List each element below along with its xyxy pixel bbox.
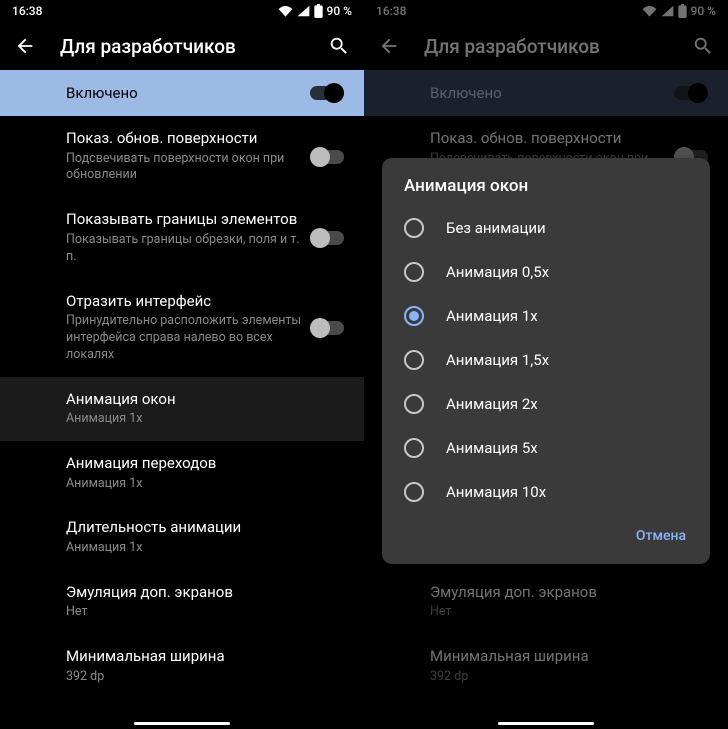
item-subtitle: Анимация 1x — [66, 540, 336, 557]
enabled-row[interactable]: Включено — [364, 70, 728, 116]
item-title: Показ. обнов. поверхности — [66, 129, 302, 149]
dialog-option[interactable]: Анимация 1,5x — [382, 338, 710, 382]
dialog-actions: Отмена — [382, 514, 710, 556]
item-title: Эмуляция доп. экранов — [430, 583, 700, 603]
list-item[interactable]: Анимация переходов Анимация 1x — [0, 441, 364, 505]
item-title: Отразить интерфейс — [66, 292, 302, 312]
radio-icon — [404, 306, 424, 326]
radio-icon — [404, 262, 424, 282]
battery-icon — [678, 4, 687, 18]
list-item[interactable]: Длительность анимации Анимация 1x — [0, 505, 364, 569]
item-subtitle: 392 dp — [430, 669, 700, 686]
list-item[interactable]: Отразить интерфейсПринудительно располож… — [0, 279, 364, 377]
list-item[interactable]: Минимальная ширина 392 dp — [364, 634, 728, 698]
item-subtitle: Подсвечивать поверхности окон при обновл… — [66, 151, 302, 185]
enabled-label: Включено — [430, 84, 674, 102]
list-item[interactable]: Минимальная ширина 392 dp — [0, 634, 364, 698]
item-title: Показывать границы элементов — [66, 210, 302, 230]
status-right: 90 % — [278, 4, 352, 18]
back-icon[interactable] — [378, 35, 400, 57]
search-icon[interactable] — [692, 35, 714, 57]
dialog-option-label: Анимация 5x — [446, 439, 538, 457]
radio-icon — [404, 438, 424, 458]
enabled-switch[interactable] — [310, 84, 344, 102]
dialog-option[interactable]: Анимация 10x — [382, 470, 710, 514]
status-time: 16:38 — [376, 4, 406, 18]
status-bar: 16:38 90 % — [364, 0, 728, 22]
radio-icon — [404, 394, 424, 414]
app-bar: Для разработчиков — [364, 22, 728, 70]
enabled-row[interactable]: Включено — [0, 70, 364, 116]
dialog-option-label: Анимация 10x — [446, 483, 546, 501]
enabled-label: Включено — [66, 84, 310, 102]
screen-dialog: 16:38 90 % Для разработчиков Включено По… — [364, 0, 728, 729]
status-right: 90 % — [642, 4, 716, 18]
signal-icon — [661, 5, 674, 17]
enabled-switch[interactable] — [674, 84, 708, 102]
wifi-icon — [278, 5, 293, 17]
dialog-option-label: Анимация 2x — [446, 395, 538, 413]
nav-bar[interactable] — [0, 722, 364, 725]
animation-dialog: Анимация окон Без анимации Анимация 0,5x А… — [382, 158, 710, 564]
list-item[interactable]: Эмуляция доп. экрановНет — [0, 570, 364, 634]
toggle-switch[interactable] — [310, 319, 344, 337]
item-subtitle: 392 dp — [66, 669, 336, 686]
radio-icon — [404, 350, 424, 370]
item-title: Показ. обнов. поверхности — [430, 129, 666, 149]
toggle-switch[interactable] — [310, 148, 344, 166]
dialog-option-label: Без анимации — [446, 219, 546, 237]
dialog-option[interactable]: Анимация 2x — [382, 382, 710, 426]
list-item[interactable]: Показывать границы элементовПоказывать г… — [0, 197, 364, 278]
list-item[interactable]: Анимация оконАнимация 1x — [0, 377, 364, 441]
status-time: 16:38 — [12, 4, 42, 18]
item-subtitle: Принудительно расположить элементы интер… — [66, 313, 302, 364]
signal-icon — [297, 5, 310, 17]
item-subtitle: Нет — [430, 604, 700, 621]
battery-icon — [314, 4, 323, 18]
dialog-option[interactable]: Без анимации — [382, 206, 710, 250]
back-icon[interactable] — [14, 35, 36, 57]
item-title: Анимация переходов — [66, 454, 336, 474]
dialog-option-label: Анимация 1,5x — [446, 351, 549, 369]
wifi-icon — [642, 5, 657, 17]
item-title: Минимальная ширина — [66, 647, 336, 667]
item-title: Минимальная ширина — [430, 647, 700, 667]
item-subtitle: Нет — [66, 604, 336, 621]
dialog-option-label: Анимация 1x — [446, 307, 538, 325]
item-subtitle: Анимация 1x — [66, 411, 336, 428]
item-subtitle: Показывать границы обрезки, поля и т. п. — [66, 232, 302, 266]
settings-list: Показ. обнов. поверхностиПодсвечивать по… — [0, 116, 364, 699]
search-icon[interactable] — [328, 35, 350, 57]
dialog-title: Анимация окон — [382, 176, 710, 206]
status-battery: 90 % — [327, 4, 352, 18]
nav-bar[interactable] — [364, 722, 728, 725]
page-title: Для разработчиков — [424, 35, 668, 58]
list-item[interactable]: Показ. обнов. поверхностиПодсвечивать по… — [0, 116, 364, 197]
item-title: Анимация окон — [66, 390, 336, 410]
radio-icon — [404, 218, 424, 238]
app-bar: Для разработчиков — [0, 22, 364, 70]
dialog-option-label: Анимация 0,5x — [446, 263, 549, 281]
item-title: Длительность анимации — [66, 518, 336, 538]
cancel-button[interactable]: Отмена — [626, 520, 696, 552]
status-bar: 16:38 90 % — [0, 0, 364, 22]
item-subtitle: Анимация 1x — [66, 476, 336, 493]
status-battery: 90 % — [691, 4, 716, 18]
page-title: Для разработчиков — [60, 35, 304, 58]
list-item[interactable]: Эмуляция доп. экрановНет — [364, 570, 728, 634]
radio-icon — [404, 482, 424, 502]
dialog-option[interactable]: Анимация 0,5x — [382, 250, 710, 294]
dialog-option[interactable]: Анимация 1x — [382, 294, 710, 338]
screen-settings: 16:38 90 % Для разработчиков Включено По… — [0, 0, 364, 729]
toggle-switch[interactable] — [310, 229, 344, 247]
item-title: Эмуляция доп. экранов — [66, 583, 336, 603]
dialog-option[interactable]: Анимация 5x — [382, 426, 710, 470]
